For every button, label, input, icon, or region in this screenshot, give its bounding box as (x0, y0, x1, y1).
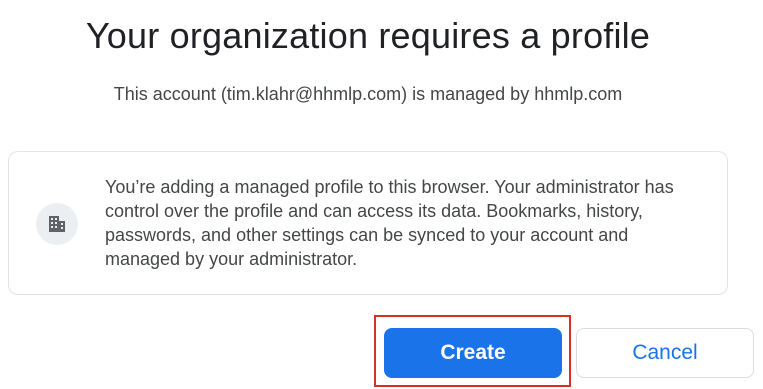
building-icon (36, 203, 78, 245)
create-button[interactable]: Create (384, 328, 562, 378)
cancel-button[interactable]: Cancel (576, 328, 754, 378)
page-title: Your organization requires a profile (85, 15, 651, 56)
managed-profile-info-card: You’re adding a managed profile to this … (8, 151, 728, 295)
managed-profile-description: You’re adding a managed profile to this … (105, 177, 674, 269)
managed-account-subtitle: This account (tim.klahr@hhmlp.com) is ma… (113, 84, 623, 104)
managed-profile-dialog: Your organization requires a profile Thi… (0, 0, 763, 389)
